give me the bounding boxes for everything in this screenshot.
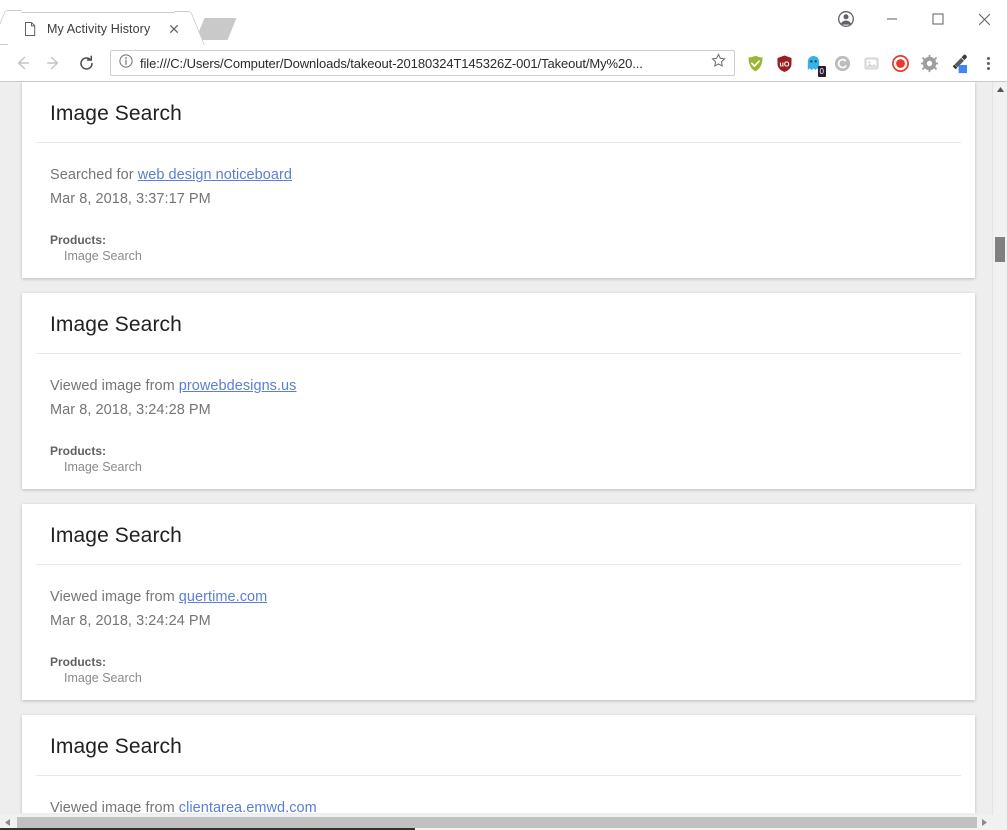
card-body: Viewed image from quertime.com Mar 8, 20…: [36, 565, 961, 686]
bookmark-star-icon[interactable]: [711, 53, 726, 73]
address-bar-url[interactable]: file:///C:/Users/Computer/Downloads/take…: [140, 56, 703, 71]
activity-card[interactable]: Image Search Viewed image from clientare…: [22, 715, 975, 813]
address-bar[interactable]: file:///C:/Users/Computer/Downloads/take…: [110, 50, 735, 76]
card-title: Image Search: [36, 524, 961, 565]
browser-window: My Activity History file:///C:/Users/Com…: [0, 0, 1007, 830]
products-block: Products: Image Search: [50, 655, 961, 686]
products-label: Products:: [50, 444, 107, 458]
card-title: Image Search: [36, 735, 961, 776]
products-label: Products:: [50, 233, 107, 247]
page-viewport: Image Search Searched for web design not…: [0, 82, 1007, 830]
close-icon[interactable]: [166, 21, 182, 37]
scrollbar-corner: [992, 815, 1007, 830]
browser-toolbar: file:///C:/Users/Computer/Downloads/take…: [0, 45, 1007, 82]
card-title: Image Search: [36, 313, 961, 354]
activity-description: Viewed image from quertime.com: [50, 585, 961, 609]
wot-shield-icon[interactable]: [741, 49, 770, 78]
tab-strip: My Activity History: [0, 0, 1007, 45]
page-info-icon[interactable]: [119, 53, 133, 73]
svg-text:uO: uO: [780, 59, 790, 68]
card-body: Viewed image from clientarea.emwd.com Ma…: [36, 776, 961, 813]
activity-link[interactable]: clientarea.emwd.com: [179, 800, 317, 813]
activity-link[interactable]: prowebdesigns.us: [179, 378, 297, 394]
image-downloader-icon[interactable]: [857, 49, 886, 78]
document-icon: [22, 21, 38, 37]
menu-dot: [986, 61, 990, 65]
ublock-origin-icon[interactable]: uO: [770, 49, 799, 78]
close-button[interactable]: [961, 3, 1007, 35]
products-value: Image Search: [64, 460, 142, 474]
scroll-up-arrow[interactable]: [993, 82, 1007, 97]
activity-description: Viewed image from prowebdesigns.us: [50, 374, 961, 398]
activity-link[interactable]: web design noticeboard: [138, 167, 292, 183]
card-body: Searched for web design noticeboard Mar …: [36, 143, 961, 264]
activity-link[interactable]: quertime.com: [179, 589, 267, 605]
reload-button[interactable]: [72, 49, 100, 77]
products-block: Products: Image Search: [50, 444, 961, 475]
activity-timestamp: Mar 8, 2018, 3:37:17 PM: [50, 191, 211, 207]
products-value: Image Search: [64, 671, 142, 685]
minimize-button[interactable]: [869, 3, 915, 35]
profile-avatar-icon[interactable]: [823, 3, 869, 35]
maximize-button[interactable]: [915, 3, 961, 35]
activity-action-prefix: Viewed image from: [50, 378, 175, 394]
menu-dot: [986, 56, 990, 60]
chrome-menu-button[interactable]: [975, 49, 1001, 78]
settings-gear-icon[interactable]: [915, 49, 944, 78]
forward-button[interactable]: [40, 49, 68, 77]
ghostery-badge: 0: [817, 65, 826, 77]
horizontal-scrollbar-thumb[interactable]: [17, 817, 977, 828]
activity-timestamp: Mar 8, 2018, 3:24:28 PM: [50, 402, 211, 418]
ghostery-icon[interactable]: 0: [799, 49, 828, 78]
activity-card[interactable]: Image Search Viewed image from prowebdes…: [22, 293, 975, 489]
window-controls: [823, 0, 1007, 38]
colorzilla-eyedropper-icon[interactable]: [944, 49, 973, 78]
products-block: Products: Image Search: [50, 233, 961, 264]
activity-list: Image Search Searched for web design not…: [0, 82, 992, 813]
activity-action-prefix: Viewed image from: [50, 800, 175, 813]
browser-tab[interactable]: My Activity History: [8, 12, 188, 45]
tab-title: My Activity History: [47, 21, 151, 36]
card-body: Viewed image from prowebdesigns.us Mar 8…: [36, 354, 961, 475]
menu-dot: [986, 66, 990, 70]
back-button[interactable]: [8, 49, 36, 77]
copy-all-urls-icon[interactable]: [828, 49, 857, 78]
products-value: Image Search: [64, 249, 142, 263]
activity-card[interactable]: Image Search Searched for web design not…: [22, 82, 975, 278]
extensions-bar: uO 0: [741, 49, 973, 78]
scroll-right-arrow[interactable]: [977, 815, 992, 830]
screen-recorder-icon[interactable]: [886, 49, 915, 78]
activity-card[interactable]: Image Search Viewed image from quertime.…: [22, 504, 975, 700]
card-title: Image Search: [36, 102, 961, 143]
vertical-scrollbar-thumb[interactable]: [995, 237, 1005, 262]
activity-description: Viewed image from clientarea.emwd.com: [50, 796, 961, 813]
products-label: Products:: [50, 655, 107, 669]
activity-description: Searched for web design noticeboard: [50, 163, 961, 187]
activity-timestamp: Mar 8, 2018, 3:24:24 PM: [50, 613, 211, 629]
vertical-scrollbar[interactable]: [992, 82, 1007, 815]
activity-action-prefix: Viewed image from: [50, 589, 175, 605]
activity-action-prefix: Searched for: [50, 167, 134, 183]
